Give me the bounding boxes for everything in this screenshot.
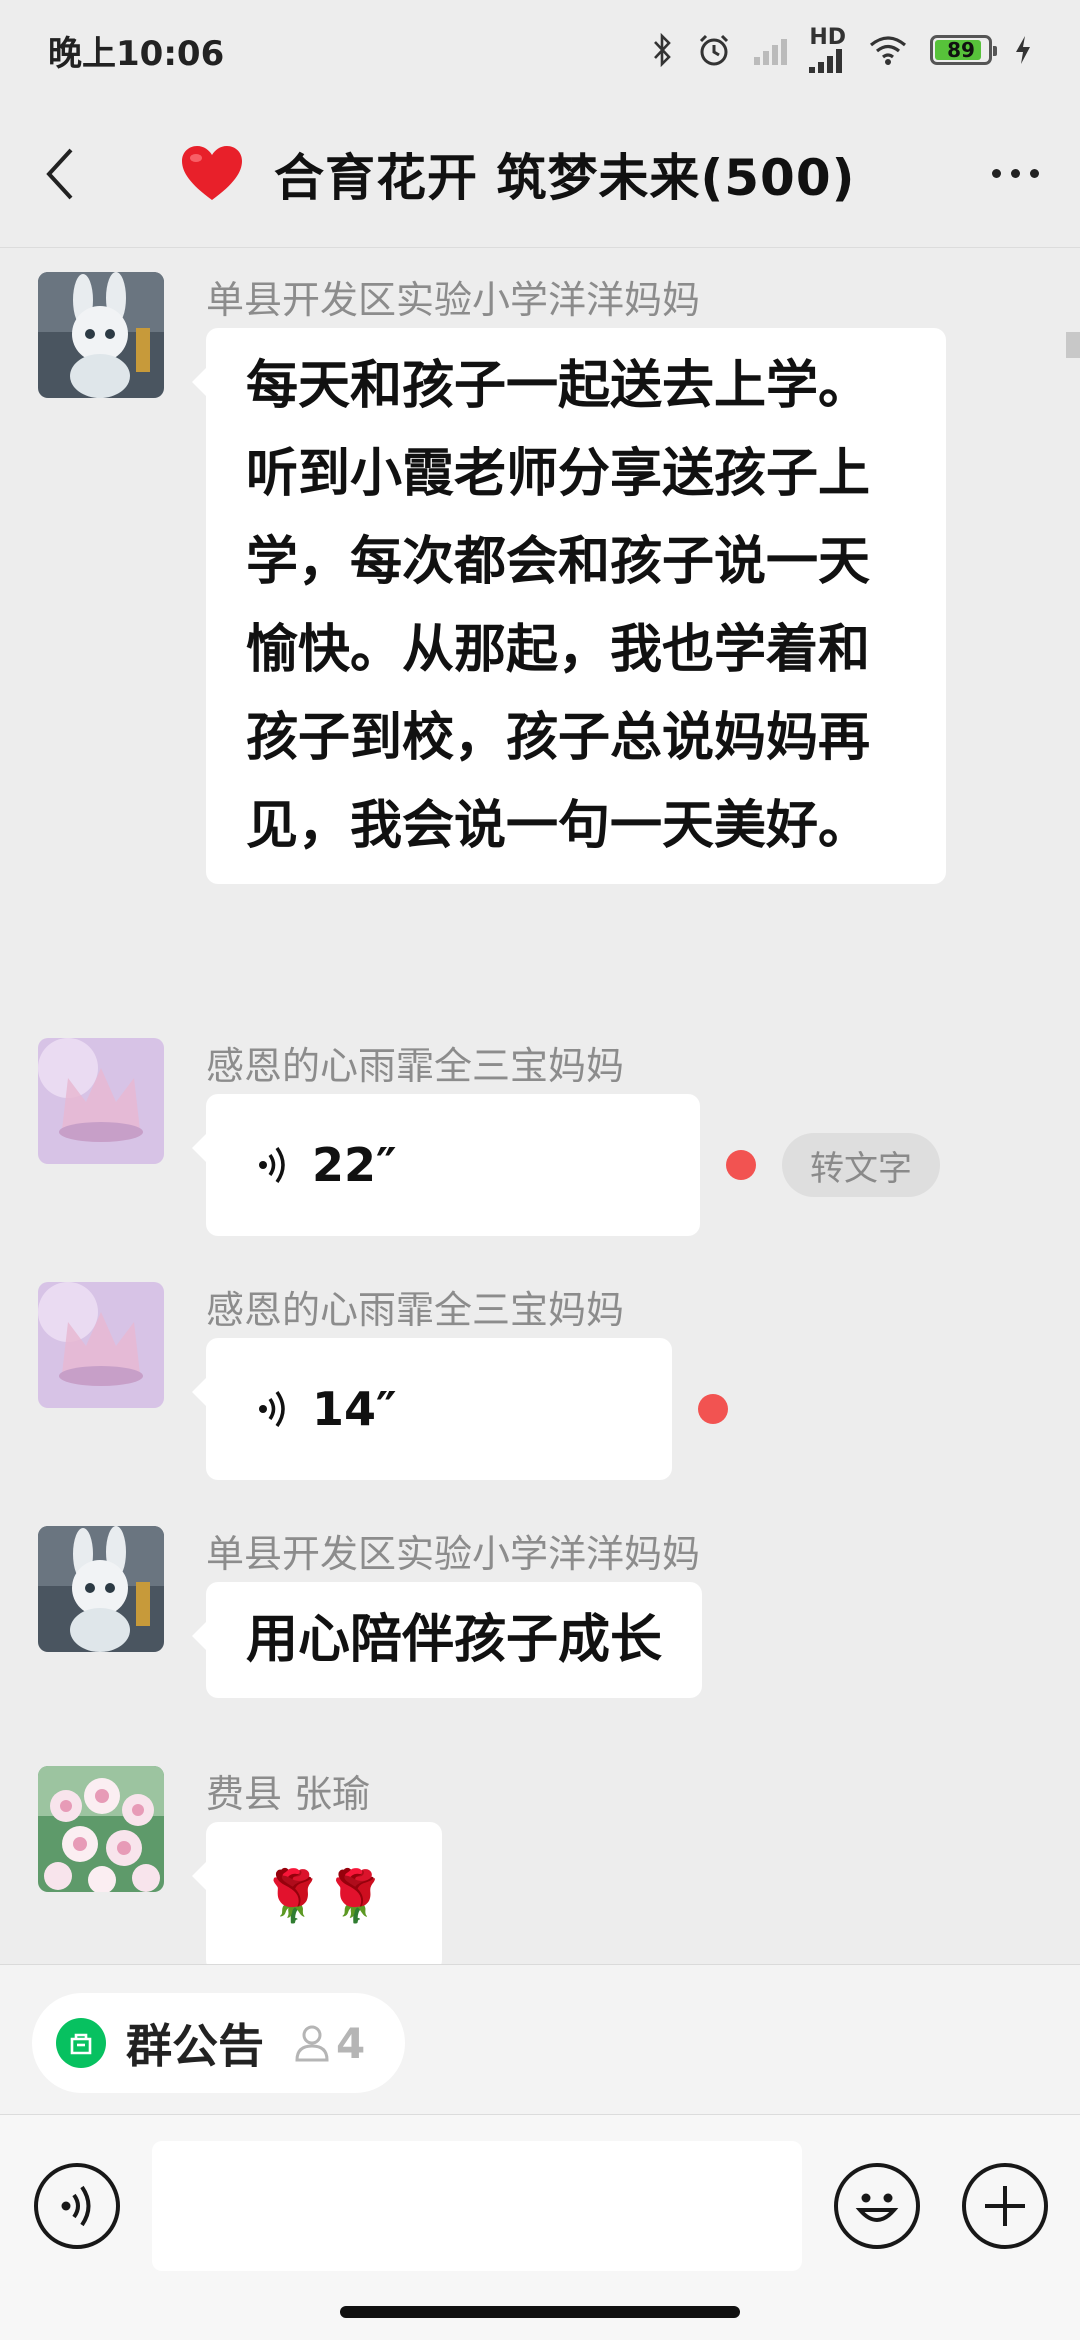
status-time: 晚上10:06 xyxy=(48,33,225,74)
heart-emoji-icon xyxy=(182,145,242,200)
voice-wave-icon xyxy=(61,2185,91,2227)
avatar[interactable] xyxy=(38,1282,164,1408)
more-dots-icon xyxy=(991,169,1001,178)
sender-name: 费县 张瑜 xyxy=(206,1772,371,1816)
more-functions-button[interactable] xyxy=(962,2163,1048,2249)
notice-label: 群公告 xyxy=(126,2019,264,2073)
status-bar: 晚上10:06 HD 89 xyxy=(0,0,1080,100)
message-item: 单县开发区实验小学洋洋妈妈 每天和孩子一起送去上学。听到小霞老师分享送孩子上学，… xyxy=(38,272,946,884)
avatar[interactable] xyxy=(38,1526,164,1652)
signal-weak-icon xyxy=(754,35,788,65)
bunny-avatar-icon xyxy=(38,1526,164,1652)
emoji-button[interactable] xyxy=(834,2163,920,2249)
sender-name: 单县开发区实验小学洋洋妈妈 xyxy=(206,1532,701,1576)
avatar[interactable] xyxy=(38,1766,164,1892)
sender-name: 感恩的心雨霏全三宝妈妈 xyxy=(206,1044,625,1088)
more-button[interactable] xyxy=(950,100,1080,248)
status-icons: HD 89 xyxy=(652,27,1032,73)
voice-wave-icon xyxy=(259,1146,285,1184)
smiley-icon xyxy=(855,2193,899,2222)
group-notice-button[interactable]: 群公告 4 xyxy=(32,1993,406,2093)
text-message-bubble[interactable]: 🌹🌹 xyxy=(192,1822,442,1972)
text-message-bubble[interactable]: 用心陪伴孩子成长 xyxy=(191,1582,703,1698)
voice-wave-icon xyxy=(259,1390,285,1428)
signal-hd-icon: HD xyxy=(809,27,846,73)
avatar[interactable] xyxy=(38,272,164,398)
flowers-avatar-icon xyxy=(38,1766,164,1892)
message-item: 费县 张瑜 🌹🌹 xyxy=(38,1766,442,1972)
sender-name: 感恩的心雨霏全三宝妈妈 xyxy=(206,1288,625,1332)
text-message-bubble[interactable]: 每天和孩子一起送去上学。听到小霞老师分享送孩子上学，每次都会和孩子说一天愉快。从… xyxy=(192,328,946,884)
voice-message-bubble[interactable]: 22″ xyxy=(192,1094,700,1236)
convert-to-text-button[interactable]: 转文字 xyxy=(782,1133,940,1197)
plus-icon xyxy=(985,2186,1025,2226)
message-item: 感恩的心雨霏全三宝妈妈 14″ xyxy=(38,1282,728,1480)
wifi-icon xyxy=(869,36,907,65)
battery-level: 89 xyxy=(947,38,975,62)
person-icon xyxy=(295,2025,329,2062)
voice-message-bubble[interactable]: 14″ xyxy=(192,1338,672,1480)
bunny-avatar-icon xyxy=(38,272,164,398)
notice-count: 4 xyxy=(294,2019,365,2068)
battery-icon: 89 xyxy=(930,35,997,65)
chat-title: 合育花开 筑梦未来(500) xyxy=(274,148,856,207)
unread-dot xyxy=(726,1150,756,1180)
voice-duration: 22″ xyxy=(312,1138,397,1192)
voice-duration: 14″ xyxy=(312,1382,397,1436)
unread-dot xyxy=(698,1394,728,1424)
chat-header: 合育花开 筑梦未来(500) xyxy=(0,100,1080,248)
home-indicator[interactable] xyxy=(340,2306,740,2318)
message-item: 单县开发区实验小学洋洋妈妈 用心陪伴孩子成长 xyxy=(38,1526,703,1698)
crown-avatar-icon xyxy=(38,1282,164,1408)
avatar[interactable] xyxy=(38,1038,164,1164)
message-input[interactable] xyxy=(152,2141,802,2271)
notice-icon xyxy=(56,2018,106,2068)
chat-title-area[interactable]: 合育花开 筑梦未来(500) xyxy=(120,138,950,210)
bluetooth-icon xyxy=(654,33,672,67)
back-button[interactable] xyxy=(0,100,120,248)
alarm-icon xyxy=(700,34,729,66)
voice-input-button[interactable] xyxy=(34,2163,120,2249)
group-notice-bar: 群公告 4 xyxy=(0,1964,1080,2114)
chevron-left-icon xyxy=(46,148,73,199)
sender-name: 单县开发区实验小学洋洋妈妈 xyxy=(206,278,701,322)
crown-avatar-icon xyxy=(38,1038,164,1164)
message-item: 感恩的心雨霏全三宝妈妈 22″ 转文字 xyxy=(38,1038,940,1236)
charging-icon xyxy=(1016,36,1030,64)
scroll-indicator[interactable] xyxy=(1066,332,1080,358)
